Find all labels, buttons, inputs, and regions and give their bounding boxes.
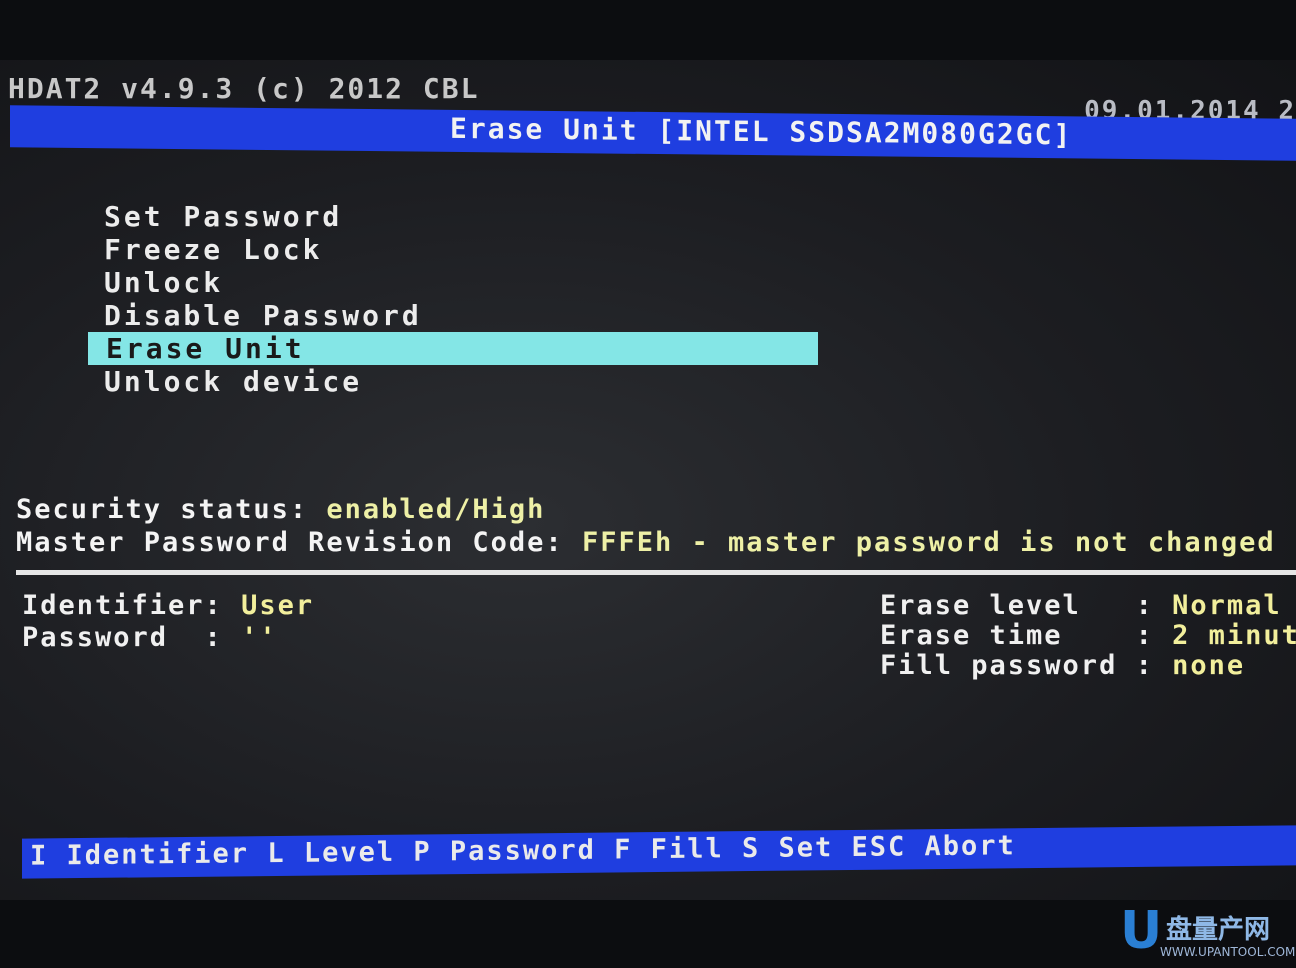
identifier-field: Identifier: User — [22, 590, 314, 621]
master-password-value: FFFEh - master password is not changed — [581, 527, 1276, 558]
fill-password-field: Fill password : none — [880, 650, 1245, 681]
master-password-line: Master Password Revision Code: FFFEh - m… — [16, 527, 1276, 558]
menu-item-unlock[interactable]: Unlock — [104, 266, 818, 299]
erase-level-label: Erase level : — [880, 590, 1154, 621]
divider — [16, 570, 1296, 575]
erase-time-value: 2 minutes — [1172, 620, 1296, 651]
bios-screen — [0, 60, 1296, 900]
identifier-label: Identifier: — [22, 590, 223, 621]
erase-level-value[interactable]: Normal — [1172, 590, 1282, 621]
menu-item-set-password[interactable]: Set Password — [104, 200, 818, 233]
master-password-label: Master Password Revision Code: — [16, 527, 564, 558]
password-field: Password : '' — [22, 622, 278, 653]
hotkey-bar-text: I Identifier L Level P Password F Fill S… — [30, 830, 1016, 872]
security-menu: Set Password Freeze Lock Unlock Disable … — [88, 200, 818, 398]
erase-level-field: Erase level : Normal — [880, 590, 1282, 621]
title-bar-text: Erase Unit [INTEL SSDSA2M080G2GC] — [450, 111, 1073, 152]
erase-time-field: Erase time : 2 minutes — [880, 620, 1296, 651]
watermark-url: WWW.UPANTOOL.COM — [1160, 945, 1296, 959]
app-title: HDAT2 v4.9.3 (c) 2012 CBL — [8, 72, 480, 105]
menu-item-unlock-device[interactable]: Unlock device — [104, 365, 818, 398]
password-label: Password : — [22, 622, 223, 653]
security-status-value: enabled/High — [326, 494, 546, 525]
watermark-logo-icon: U — [1120, 901, 1163, 961]
identifier-value[interactable]: User — [241, 590, 314, 621]
password-value[interactable]: '' — [241, 622, 278, 653]
erase-time-label: Erase time : — [880, 620, 1154, 651]
menu-item-freeze-lock[interactable]: Freeze Lock — [104, 233, 818, 266]
menu-item-disable-password[interactable]: Disable Password — [104, 299, 818, 332]
menu-item-erase-unit[interactable]: Erase Unit — [88, 332, 818, 365]
watermark-chinese-text: 盘量产网 — [1166, 915, 1271, 945]
fill-password-value[interactable]: none — [1172, 650, 1245, 681]
site-watermark: U 盘量产网 WWW.UPANTOOL.COM — [1120, 901, 1295, 961]
security-status-line: Security status: enabled/High — [16, 494, 545, 525]
fill-password-label: Fill password : — [880, 650, 1154, 681]
security-status-label: Security status: — [16, 494, 309, 525]
